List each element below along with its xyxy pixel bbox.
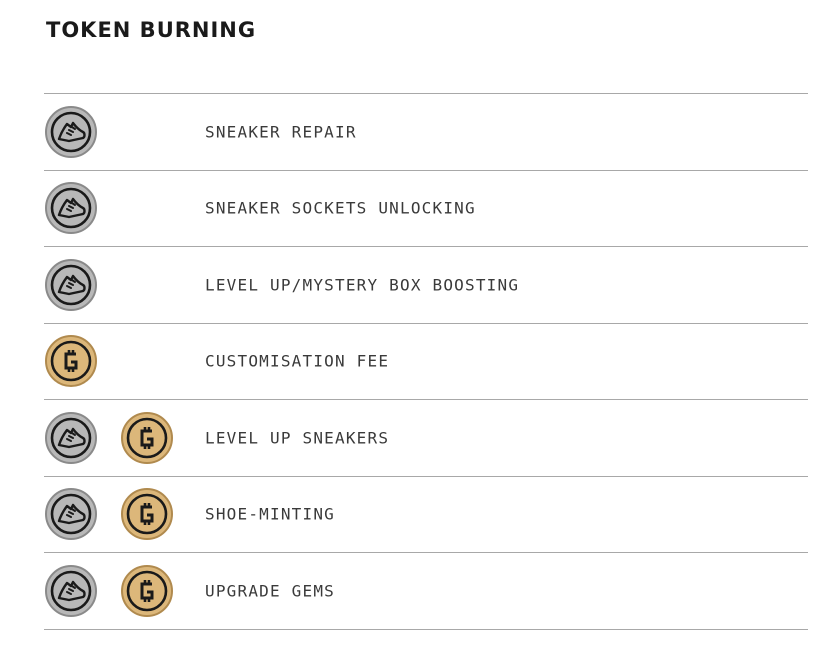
gmt-coin-icon: [121, 564, 173, 617]
row-label: CUSTOMISATION FEE: [205, 351, 390, 371]
gst-sneaker-icon: [45, 488, 97, 541]
row-label: UPGRADE GEMS: [205, 581, 335, 601]
table-row: CUSTOMISATION FEE: [44, 324, 808, 400]
row-label: SHOE-MINTING: [205, 504, 335, 524]
table-row: SHOE-MINTING: [44, 477, 808, 553]
gmt-coin-icon: [121, 488, 173, 541]
gst-sneaker-icon: [45, 411, 97, 464]
table-row: SNEAKER REPAIR: [44, 94, 808, 171]
table-row: LEVEL UP SNEAKERS: [44, 400, 808, 477]
gmt-coin-icon: [121, 411, 173, 464]
page-title: TOKEN BURNING: [46, 18, 257, 42]
row-label: LEVEL UP SNEAKERS: [205, 428, 390, 448]
row-label: SNEAKER REPAIR: [205, 122, 357, 142]
row-label: LEVEL UP/MYSTERY BOX BOOSTING: [205, 275, 520, 295]
gst-sneaker-icon: [45, 258, 97, 311]
gst-sneaker-icon: [45, 564, 97, 617]
gst-sneaker-icon: [45, 182, 97, 235]
token-burning-table: SNEAKER REPAIR SNEAKER SOCKETS UNLOCKING L…: [44, 93, 808, 630]
table-row: SNEAKER SOCKETS UNLOCKING: [44, 171, 808, 247]
gst-sneaker-icon: [45, 105, 97, 158]
row-label: SNEAKER SOCKETS UNLOCKING: [205, 198, 476, 218]
table-row: UPGRADE GEMS: [44, 553, 808, 630]
gmt-coin-icon: [45, 335, 97, 388]
table-row: LEVEL UP/MYSTERY BOX BOOSTING: [44, 247, 808, 324]
